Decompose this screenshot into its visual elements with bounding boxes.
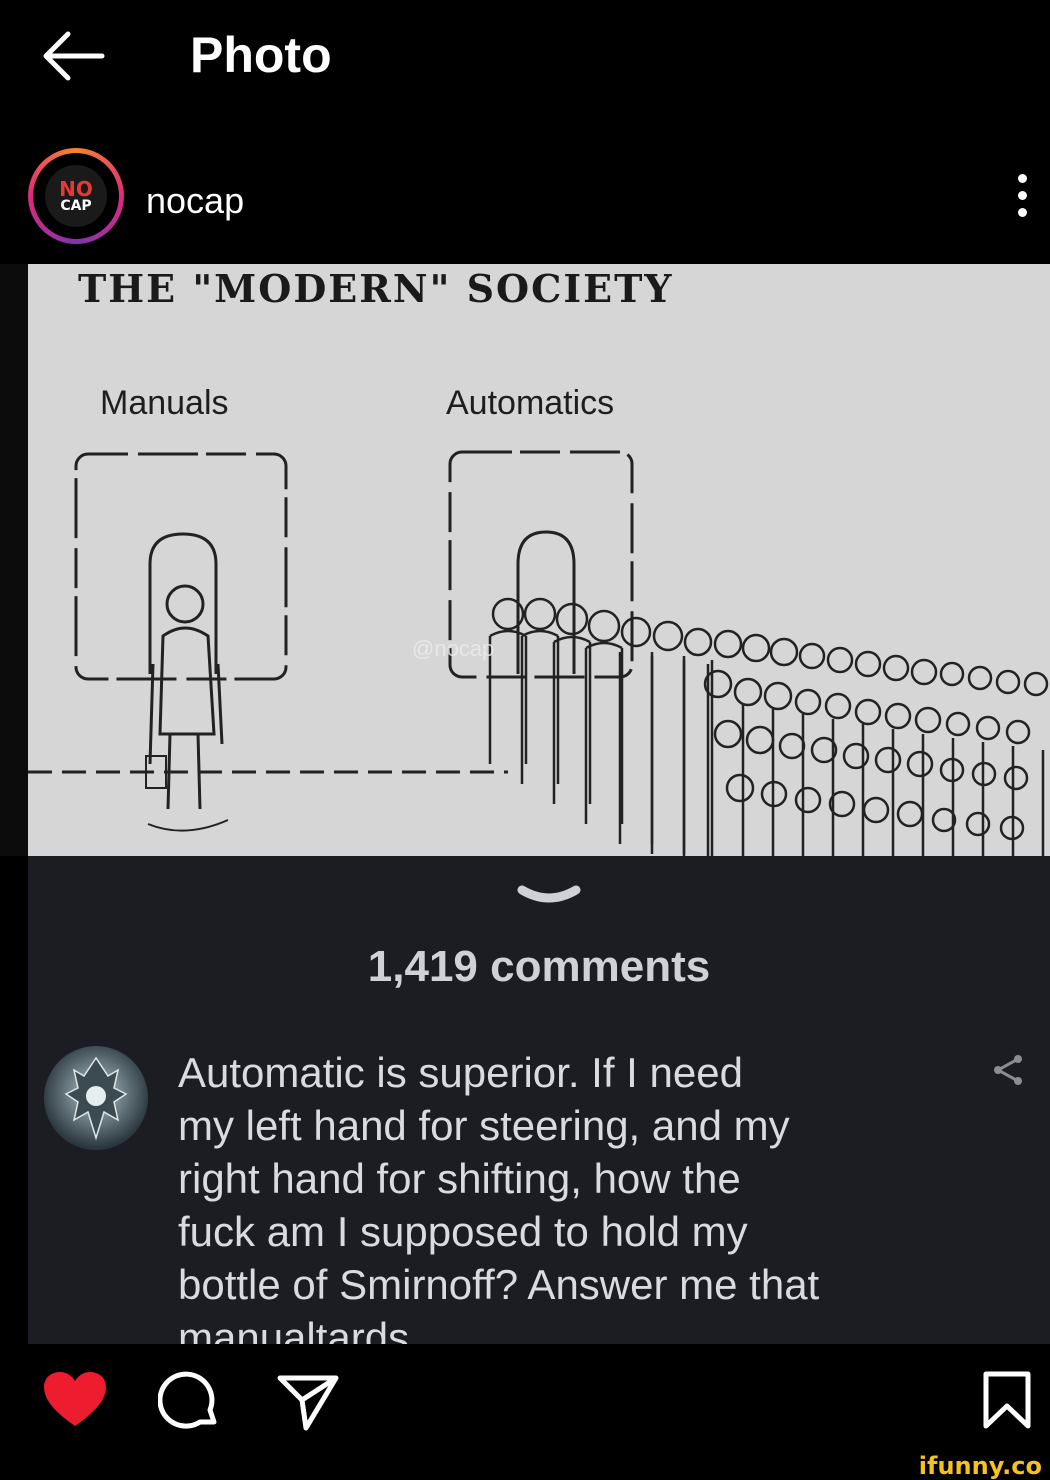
heart-icon[interactable]	[42, 1370, 108, 1435]
nocap-logo: NO CAP	[45, 165, 107, 227]
top-bar: Photo	[0, 0, 1050, 110]
site-watermark: ifunny.co	[918, 1452, 1042, 1480]
bookmark-icon[interactable]	[982, 1370, 1032, 1435]
send-icon[interactable]	[276, 1370, 340, 1439]
account-row: NO CAP nocap	[0, 140, 1050, 260]
comments-edge	[0, 856, 28, 1344]
logo-text-top: NO	[59, 177, 93, 201]
logo-text-bottom: CAP	[60, 198, 92, 214]
label-manuals: Manuals	[100, 384, 229, 422]
comments-section: 1,419 comments Automatic is superior. If…	[28, 856, 1050, 1361]
comment-text: Automatic is superior. If I need my left…	[178, 1049, 820, 1361]
chevron-down-icon[interactable]	[512, 876, 586, 916]
back-arrow-icon[interactable]	[38, 28, 108, 84]
commenter-avatar[interactable]	[44, 1046, 148, 1150]
meme-illustration	[28, 450, 1049, 856]
bottom-strip	[0, 1456, 1050, 1475]
page-title: Photo	[190, 27, 332, 83]
comment-icon[interactable]	[157, 1370, 222, 1439]
comment-count[interactable]: 1,419 comments	[28, 942, 1050, 992]
meme-title: THE "MODERN" SOCIETY	[78, 266, 674, 311]
more-options-icon[interactable]	[1000, 170, 1044, 230]
action-bar	[0, 1344, 1050, 1456]
label-automatics: Automatics	[446, 384, 615, 422]
account-avatar[interactable]: NO CAP	[28, 148, 124, 244]
post-image[interactable]: THE "MODERN" SOCIETY Manuals Automatics …	[28, 264, 1050, 856]
reply-share-icon[interactable]	[990, 1052, 1026, 1088]
post-edge	[0, 264, 28, 856]
image-watermark: @nocap	[412, 636, 495, 661]
account-username[interactable]: nocap	[146, 180, 244, 222]
